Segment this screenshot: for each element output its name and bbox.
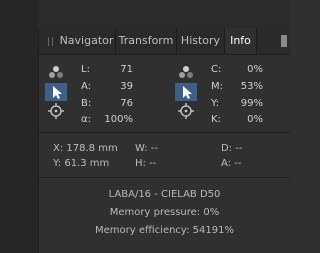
tab-transform[interactable]: Transform (116, 28, 177, 54)
info-panel: Navigator Transform History Info L: 71 A… (38, 28, 290, 253)
selection-height: H: -- (135, 158, 157, 169)
divider-2 (39, 177, 290, 178)
cursor-sample-icon[interactable] (45, 83, 67, 101)
readout-l: L: 71 (81, 64, 133, 75)
readout-c: C: 0% (211, 64, 263, 75)
memory-efficiency: Memory efficiency: 54191% (95, 225, 234, 236)
readout-y: Y: 99% (211, 98, 263, 109)
divider (39, 132, 290, 133)
color-format: LABA/16 - CIELAB D50 (108, 189, 221, 200)
target-sample-icon[interactable] (45, 102, 67, 120)
readout-alpha: α: 100% (81, 114, 133, 125)
tab-info[interactable]: Info (225, 28, 257, 54)
tab-history[interactable]: History (177, 28, 225, 54)
readout-k: K: 0% (211, 114, 263, 125)
cursor-x: X: 178.8 mm (53, 143, 118, 154)
memory-pressure: Memory pressure: 0% (109, 207, 220, 218)
top-toolbar-strip (0, 0, 289, 31)
selection-width: W: -- (135, 143, 159, 154)
panel-menu-icon[interactable] (281, 35, 287, 47)
canvas-area (0, 0, 38, 253)
panel-tab-bar: Navigator Transform History Info (39, 28, 290, 55)
distance: D: -- (221, 143, 243, 154)
angle: A: -- (221, 158, 242, 169)
panel-grip-handle[interactable] (48, 37, 53, 46)
color-source-icon[interactable] (45, 64, 67, 82)
cursor-sample-icon-2[interactable] (175, 83, 197, 101)
color-source-icon-2[interactable] (175, 64, 197, 82)
cursor-y: Y: 61.3 mm (53, 158, 110, 169)
readout-a: A: 39 (81, 81, 133, 92)
readout-b: B: 76 (81, 98, 133, 109)
readout-m: M: 53% (211, 81, 263, 92)
tab-navigator[interactable]: Navigator (58, 28, 116, 54)
target-sample-icon-2[interactable] (175, 102, 197, 120)
